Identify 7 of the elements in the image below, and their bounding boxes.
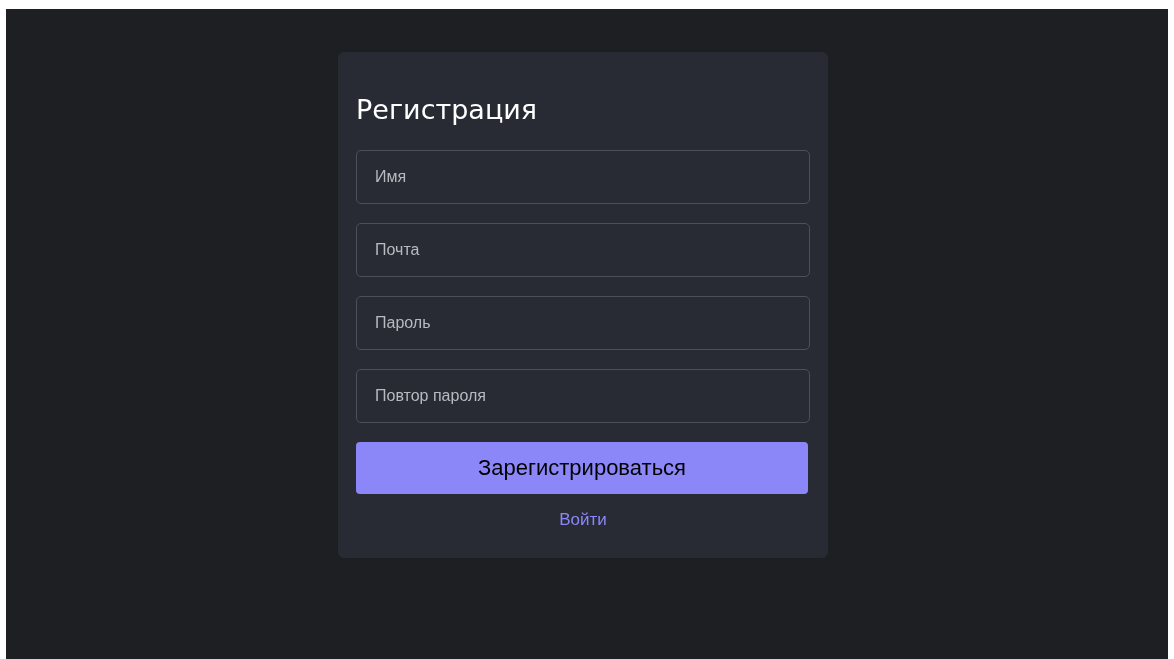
input-field[interactable]: Почта <box>356 223 810 277</box>
input-field[interactable]: Пароль <box>356 296 810 350</box>
login-link[interactable]: Войти <box>559 510 607 530</box>
register-button[interactable]: Зарегистрироваться <box>356 442 808 494</box>
form-title: Регистрация <box>356 93 539 127</box>
input-field[interactable]: Имя <box>356 150 810 204</box>
input-field[interactable]: Повтор пароля <box>356 369 810 423</box>
